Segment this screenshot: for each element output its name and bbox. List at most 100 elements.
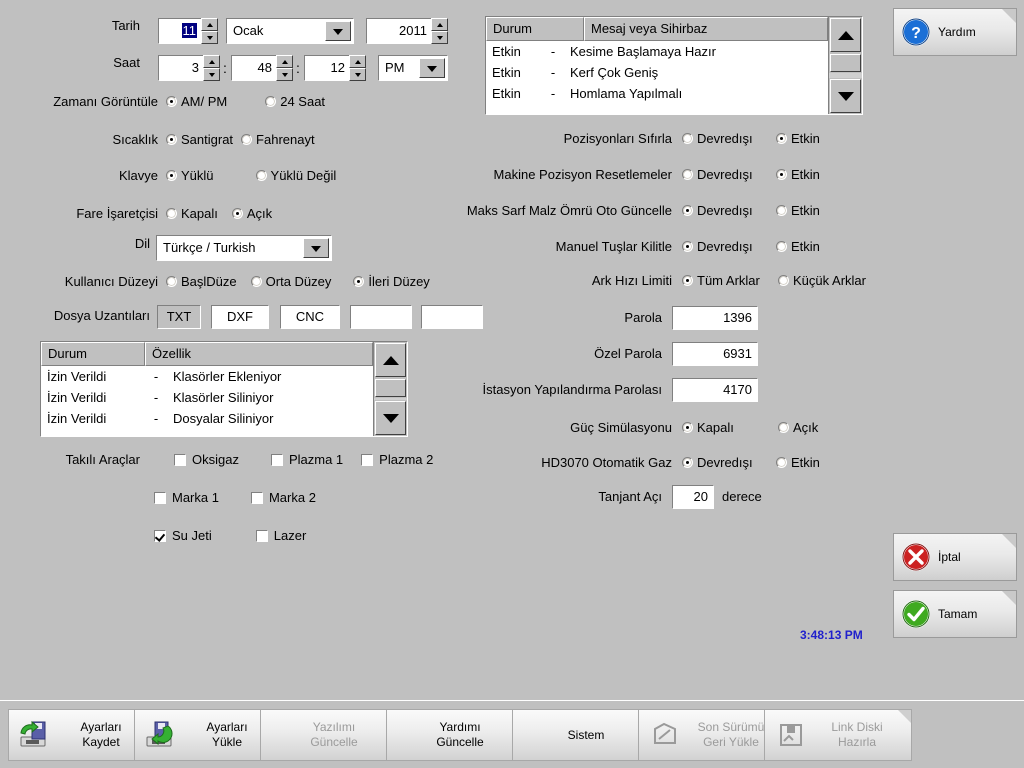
second-spinner[interactable]: 12: [304, 55, 366, 81]
second-spinner-buttons[interactable]: [349, 55, 366, 81]
help-button[interactable]: ? Yardım: [893, 8, 1017, 56]
messages-scrollbar[interactable]: [828, 17, 862, 114]
scrollbar-track[interactable]: [829, 73, 862, 78]
year-spinner-buttons[interactable]: [431, 18, 448, 44]
radio-temperature-fahrenheit[interactable]: Fahrenayt: [241, 132, 315, 147]
radio-user-level-beginner[interactable]: BaşlDüze: [166, 274, 237, 289]
year-value[interactable]: 2011: [366, 18, 431, 44]
radio-max-life-disabled[interactable]: Devredışı: [682, 203, 770, 218]
chevron-down-icon[interactable]: [303, 238, 329, 258]
radio-mouse-off[interactable]: Kapalı: [166, 206, 218, 221]
radio-display-time-ampm[interactable]: AM/ PM: [166, 94, 227, 109]
radio-power-sim-on[interactable]: Açık: [778, 420, 818, 435]
minute-spinner[interactable]: 48: [231, 55, 293, 81]
radio-dot-icon: [682, 133, 693, 144]
scrollbar-track[interactable]: [374, 398, 407, 400]
radio-lock-keys-enabled[interactable]: Etkin: [776, 239, 820, 254]
year-down-arrow-icon[interactable]: [431, 31, 448, 44]
list-item[interactable]: Etkin - Homlama Yapılmalı: [486, 83, 828, 104]
scroll-up-icon[interactable]: [375, 343, 406, 377]
radio-keyboard-not-installed[interactable]: Yüklü Değil: [255, 168, 337, 183]
minute-down-arrow-icon[interactable]: [276, 68, 293, 81]
hour-spinner[interactable]: 3: [158, 55, 220, 81]
checkbox-marka-2[interactable]: Marka 2: [250, 490, 316, 505]
radio-keyboard-installed[interactable]: Yüklü: [166, 168, 214, 183]
radio-machine-resets-enabled[interactable]: Etkin: [776, 167, 820, 182]
minute-up-arrow-icon[interactable]: [276, 55, 293, 68]
checkbox-plazma-1[interactable]: Plazma 1: [270, 452, 343, 467]
scroll-down-icon[interactable]: [830, 79, 861, 113]
scroll-up-icon[interactable]: [830, 18, 861, 52]
checkbox-oksigaz[interactable]: Oksigaz: [174, 452, 239, 467]
checkbox-box-icon: [154, 529, 166, 542]
scroll-down-icon[interactable]: [375, 401, 406, 435]
cancel-button[interactable]: İptal: [893, 533, 1017, 581]
user-level-row: Kullanıcı Düzeyi BaşlDüze Orta Düzey İle…: [20, 274, 430, 289]
radio-hd3070-enabled[interactable]: Etkin: [776, 455, 820, 470]
tangent-angle-label: Tanjant Açı: [598, 489, 662, 504]
radio-arc-all[interactable]: Tüm Arklar: [682, 273, 778, 288]
day-up-arrow-icon[interactable]: [201, 18, 218, 31]
checkbox-lazer[interactable]: Lazer: [255, 528, 307, 543]
file-ext-input-2[interactable]: DXF: [211, 305, 269, 329]
day-spinner-buttons[interactable]: [201, 18, 218, 44]
radio-machine-resets-disabled[interactable]: Devredışı: [682, 167, 770, 182]
radio-label: Yüklü Değil: [270, 168, 337, 183]
minute-spinner-buttons[interactable]: [276, 55, 293, 81]
radio-max-life-enabled[interactable]: Etkin: [776, 203, 820, 218]
permissions-scrollbar[interactable]: [373, 342, 407, 436]
year-spinner[interactable]: 2011: [366, 18, 448, 44]
help-button-label: Yardım: [938, 25, 976, 39]
second-up-arrow-icon[interactable]: [349, 55, 366, 68]
scrollbar-thumb[interactable]: [375, 379, 406, 397]
chevron-down-icon[interactable]: [325, 21, 351, 41]
ok-button[interactable]: Tamam: [893, 590, 1017, 638]
special-password-input[interactable]: 6931: [672, 342, 758, 366]
hour-value[interactable]: 3: [158, 55, 203, 81]
radio-arc-small[interactable]: Küçük Arklar: [778, 273, 866, 288]
checkbox-marka-1[interactable]: Marka 1: [154, 490, 219, 505]
hour-down-arrow-icon[interactable]: [203, 68, 220, 81]
list-item[interactable]: İzin Verildi - Dosyalar Siliniyor: [41, 408, 373, 429]
day-value: 11: [181, 23, 197, 38]
radio-reset-positions-disabled[interactable]: Devredışı: [682, 131, 770, 146]
file-ext-input-4[interactable]: [350, 305, 412, 329]
ampm-combo[interactable]: PM: [378, 55, 448, 81]
second-value[interactable]: 12: [304, 55, 349, 81]
language-combo[interactable]: Türkçe / Turkish: [156, 235, 332, 261]
messages-header-row: Durum Mesaj veya Sihirbaz: [486, 17, 828, 41]
day-spinner[interactable]: 11: [158, 18, 218, 44]
radio-lock-keys-disabled[interactable]: Devredışı: [682, 239, 770, 254]
radio-display-time-24h[interactable]: 24 Saat: [265, 94, 325, 109]
btn-line2: Hazırla: [837, 735, 876, 749]
second-down-arrow-icon[interactable]: [349, 68, 366, 81]
radio-mouse-on[interactable]: Açık: [231, 206, 272, 221]
radio-power-sim-off[interactable]: Kapalı: [682, 420, 778, 435]
radio-hd3070-disabled[interactable]: Devredışı: [682, 455, 770, 470]
radio-label: Etkin: [791, 167, 820, 182]
chevron-down-icon[interactable]: [419, 58, 445, 78]
messages-listbox[interactable]: Durum Mesaj veya Sihirbaz Etkin - Kesime…: [485, 16, 863, 115]
permissions-listbox[interactable]: Durum Özellik İzin Verildi - Klasörler E…: [40, 341, 408, 437]
cancel-button-label: İptal: [938, 550, 961, 564]
file-ext-input-3[interactable]: CNC: [280, 305, 340, 329]
tangent-angle-input[interactable]: 20: [672, 485, 714, 509]
scrollbar-thumb[interactable]: [830, 54, 861, 72]
list-item[interactable]: İzin Verildi - Klasörler Siliniyor: [41, 387, 373, 408]
month-combo[interactable]: Ocak: [226, 18, 354, 44]
station-config-password-input[interactable]: 4170: [672, 378, 758, 402]
list-item[interactable]: Etkin - Kesime Başlamaya Hazır: [486, 41, 828, 62]
day-down-arrow-icon[interactable]: [201, 31, 218, 44]
checkbox-label: Lazer: [273, 528, 307, 543]
year-up-arrow-icon[interactable]: [431, 18, 448, 31]
list-item[interactable]: İzin Verildi - Klasörler Ekleniyor: [41, 366, 373, 387]
list-item[interactable]: Etkin - Kerf Çok Geniş: [486, 62, 828, 83]
radio-temperature-celsius[interactable]: Santigrat: [166, 132, 233, 147]
minute-value[interactable]: 48: [231, 55, 276, 81]
password-input[interactable]: 1396: [672, 306, 758, 330]
hour-up-arrow-icon[interactable]: [203, 55, 220, 68]
radio-user-level-intermediate[interactable]: Orta Düzey: [250, 274, 331, 289]
radio-reset-positions-enabled[interactable]: Etkin: [776, 131, 820, 146]
hour-spinner-buttons[interactable]: [203, 55, 220, 81]
checkbox-su-jeti[interactable]: Su Jeti: [154, 528, 212, 543]
